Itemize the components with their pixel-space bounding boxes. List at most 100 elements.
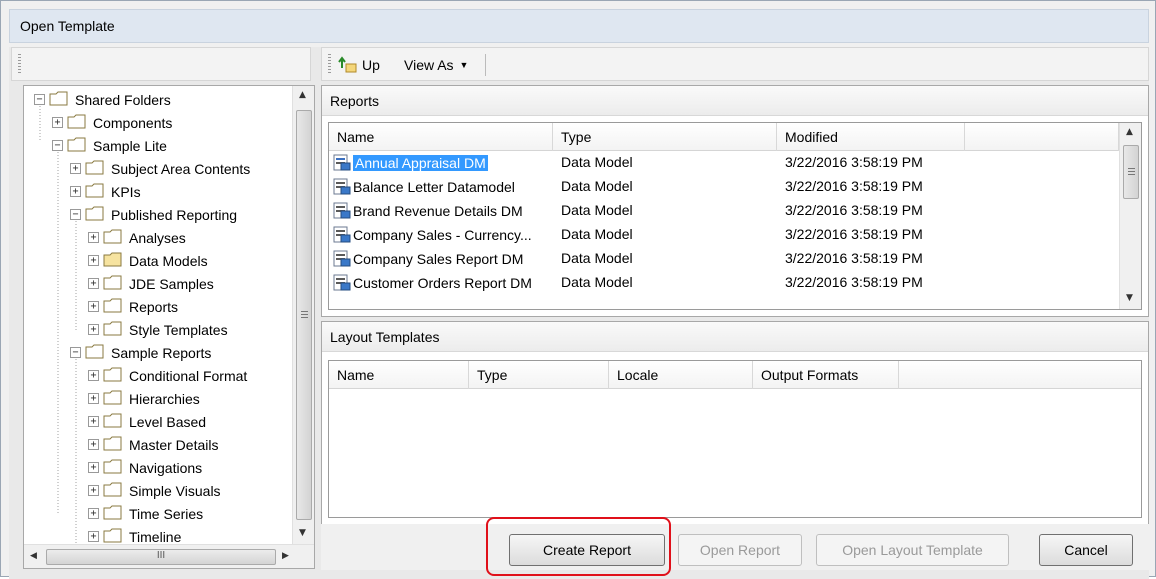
folder-icon [103,390,129,408]
expand-icon[interactable]: + [88,439,99,450]
tree-item[interactable]: − Published Reporting [70,203,237,226]
cell-modified: 3/22/2016 3:58:19 PM [785,226,923,242]
scroll-right-arrow-icon[interactable]: ▶ [282,551,289,561]
table-row[interactable]: Annual Appraisal DM Data Model 3/22/2016 3… [329,151,1119,175]
table-row[interactable]: Balance Letter Datamodel Data Model 3/22/2… [329,175,1119,199]
expand-icon[interactable]: + [70,186,81,197]
column-header-name[interactable]: Name [329,361,469,389]
tree-item[interactable]: + Simple Visuals [88,479,221,502]
tree-item[interactable]: + JDE Samples [88,272,214,295]
tree-body: − Shared Folders + Components − Sample Lite + S… [24,86,290,544]
report-name: Brand Revenue Details DM [353,203,523,219]
collapse-icon[interactable]: − [52,140,63,151]
tree-item[interactable]: + Reports [88,295,178,318]
up-button[interactable]: Up [338,54,380,76]
tree-item[interactable]: + Data Models [88,249,208,272]
scroll-down-arrow-icon[interactable]: ▼ [299,528,306,538]
tree-item-label: Sample Lite [93,137,167,154]
cell-name: Balance Letter Datamodel [333,178,515,195]
reports-vertical-scrollbar[interactable]: ▲ ▼ [1119,123,1141,309]
folder-icon [103,298,129,316]
collapse-icon[interactable]: − [70,347,81,358]
folder-icon [103,367,129,385]
scroll-up-arrow-icon[interactable]: ▲ [1126,127,1133,137]
table-row-partial[interactable] [329,295,1119,301]
expand-icon[interactable]: + [88,393,99,404]
expand-icon[interactable]: + [88,370,99,381]
cell-type: Data Model [561,202,633,218]
tree-item[interactable]: − Sample Reports [70,341,211,364]
tree-item[interactable]: + Style Templates [88,318,228,341]
expand-icon[interactable]: + [88,232,99,243]
scroll-up-arrow-icon[interactable]: ▲ [299,90,306,100]
scroll-down-arrow-icon[interactable]: ▼ [1126,293,1133,303]
tree-item[interactable]: + Subject Area Contents [70,157,250,180]
expand-icon[interactable]: + [88,301,99,312]
expand-icon[interactable]: + [88,324,99,335]
tree-item-label: Components [93,114,173,131]
tree-item[interactable]: + Navigations [88,456,202,479]
open-layout-template-button[interactable]: Open Layout Template [816,534,1009,566]
data-model-icon [333,226,353,243]
highlight-annotation [486,517,671,576]
table-row[interactable]: Company Sales Report DM Data Model 3/22/20… [329,247,1119,271]
column-header-type[interactable]: Type [469,361,609,389]
table-row[interactable]: Brand Revenue Details DM Data Model 3/22/2… [329,199,1119,223]
column-header-type[interactable]: Type [553,123,777,151]
tree-item[interactable]: + Master Details [88,433,218,456]
tree-item[interactable]: − Shared Folders [34,88,171,111]
cell-name: Company Sales - Currency... [333,226,532,243]
expand-icon[interactable]: + [88,462,99,473]
column-header-modified[interactable]: Modified [777,123,965,151]
tree-item[interactable]: + Level Based [88,410,206,433]
tree-item[interactable]: + Conditional Format [88,364,247,387]
expand-icon[interactable]: + [70,163,81,174]
tree-item[interactable]: + Time Series [88,502,203,525]
expand-icon[interactable]: + [88,508,99,519]
table-row[interactable]: Company Sales - Currency... Data Model 3/2… [329,223,1119,247]
table-row[interactable]: Customer Orders Report DM Data Model 3/22/… [329,271,1119,295]
toolbar-separator [485,54,486,76]
tree-horizontal-thumb[interactable]: III [46,549,276,565]
folder-icon [103,436,129,454]
expand-icon[interactable]: + [52,117,63,128]
layout-templates-grid[interactable]: Name Type Locale Output Formats [328,360,1142,518]
column-header-output-formats[interactable]: Output Formats [753,361,899,389]
expand-icon[interactable]: + [88,255,99,266]
open-template-dialog: Open Template − Shared Folders + Components… [0,0,1156,579]
collapse-icon[interactable]: − [34,94,45,105]
tree-horizontal-scrollbar[interactable]: ◀ III ▶ [24,544,314,568]
folder-icon [103,229,129,247]
dialog-title: Open Template [9,9,1149,43]
folder-icon [103,275,129,293]
column-header-name[interactable]: Name [329,123,553,151]
expand-icon[interactable]: + [88,416,99,427]
tree-item[interactable]: − Sample Lite [52,134,167,157]
cancel-button[interactable]: Cancel [1039,534,1133,566]
toolbar-grip[interactable] [18,54,21,74]
view-as-button[interactable]: View As ▼ [404,54,468,76]
folder-tree[interactable]: − Shared Folders + Components − Sample Lite + S… [23,85,315,569]
tree-item[interactable]: + Components [52,111,172,134]
tree-item-label: Published Reporting [111,206,238,223]
collapse-icon[interactable]: − [70,209,81,220]
expand-icon[interactable]: + [88,485,99,496]
tree-item[interactable]: + Timeline [88,525,181,544]
tree-item[interactable]: + Hierarchies [88,387,200,410]
expand-icon[interactable]: + [88,531,99,542]
expand-icon[interactable]: + [88,278,99,289]
report-name: Company Sales - Currency... [353,227,532,243]
reports-vertical-thumb[interactable] [1123,145,1139,199]
column-header-locale[interactable]: Locale [609,361,753,389]
reports-grid[interactable]: Name Type Modified Annual Appraisal DM Da… [328,122,1142,310]
tree-item[interactable]: + Analyses [88,226,186,249]
tree-item-label: Sample Reports [111,344,212,361]
tree-vertical-thumb[interactable] [296,110,312,520]
open-report-button[interactable]: Open Report [678,534,802,566]
toolbar-grip[interactable] [328,54,331,74]
scroll-left-arrow-icon[interactable]: ◀ [30,551,37,561]
tree-vertical-scrollbar[interactable]: ▲ ▼ [292,86,314,544]
folder-icon [103,505,129,523]
folder-icon [103,482,129,500]
tree-item[interactable]: + KPIs [70,180,141,203]
